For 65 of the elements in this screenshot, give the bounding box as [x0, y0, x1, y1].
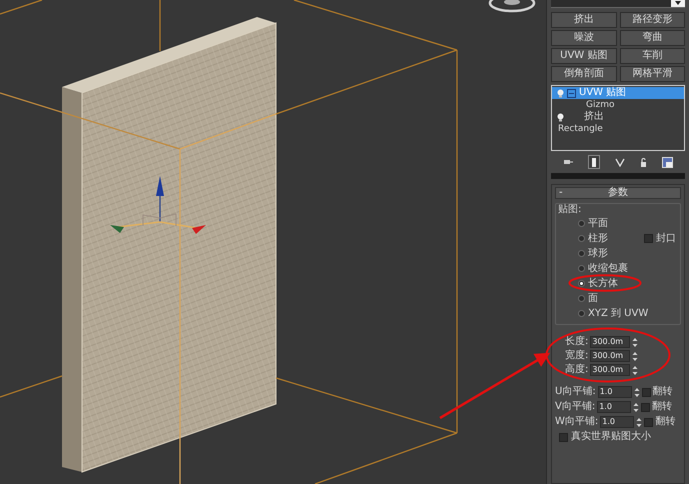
pin-icon[interactable] — [562, 158, 573, 166]
radio-button[interactable] — [578, 250, 585, 257]
checkbox[interactable] — [642, 388, 651, 396]
radio-button[interactable] — [578, 235, 585, 242]
modifier-button[interactable]: 弯曲 — [620, 30, 685, 46]
radio-label: 球形 — [588, 248, 608, 258]
field-label: 宽度: — [565, 351, 588, 361]
modifier-list-dropdown[interactable] — [551, 0, 685, 8]
group-label: 贴图: — [557, 204, 582, 216]
checkbox[interactable] — [644, 418, 654, 426]
rollout-header[interactable]: - 参数 — [555, 187, 681, 199]
radio-label: 长方体 — [588, 278, 618, 288]
input-field[interactable]: 1.0 — [600, 416, 634, 428]
modifier-button[interactable]: 噪波 — [551, 30, 616, 46]
modifier-button[interactable]: 倒角剖面 — [551, 66, 616, 82]
radio-label: 收缩包裹 — [588, 264, 628, 274]
stack-item[interactable]: 挤出 — [552, 111, 684, 123]
stack-item[interactable]: Gizmo — [552, 99, 684, 111]
input-field[interactable]: 300.0m — [590, 336, 630, 348]
show-end-result-button[interactable] — [588, 155, 600, 169]
checkbox-label: 翻转 — [655, 417, 676, 427]
modifier-button[interactable]: 路径变形 — [620, 12, 685, 28]
viewcube-icon[interactable] — [488, 0, 536, 12]
rollout-title: 参数 — [607, 188, 629, 198]
field-label: 长度: — [565, 337, 588, 347]
transform-gizmo-icon[interactable] — [110, 176, 206, 234]
radio-button[interactable] — [578, 280, 585, 287]
radio-label: 柱形 — [588, 234, 608, 244]
stack-item-label: UVW 贴图 — [579, 88, 626, 98]
collapse-sign[interactable]: - — [556, 188, 574, 198]
radio-label: 面 — [588, 294, 598, 304]
checkbox-label: 翻转 — [652, 387, 673, 397]
stack-item-label: Rectangle — [558, 124, 603, 134]
lightbulb-icon[interactable] — [557, 112, 564, 122]
field-label: V向平铺: — [555, 402, 596, 412]
checkbox-label: 封口 — [656, 234, 676, 244]
checkbox[interactable] — [641, 402, 650, 412]
checkbox[interactable] — [644, 234, 653, 243]
radio-label: XYZ 到 UVW — [588, 308, 648, 318]
collapse-toggle-icon[interactable] — [567, 88, 576, 98]
stack-item-label: 挤出 — [584, 112, 604, 122]
modifier-button[interactable]: UVW 贴图 — [551, 48, 616, 64]
padlock-icon[interactable] — [640, 158, 648, 166]
field-label: U向平铺: — [555, 387, 596, 397]
radio-button[interactable] — [578, 310, 585, 317]
radio-button[interactable] — [578, 295, 585, 302]
stack-item[interactable]: UVW 贴图 — [552, 87, 684, 99]
radio-button[interactable] — [578, 220, 585, 227]
checkbox-label: 真实世界贴图大小 — [571, 432, 651, 442]
stack-item-label: Gizmo — [586, 100, 614, 110]
input-field[interactable]: 300.0m — [590, 350, 630, 362]
bar-icon — [592, 158, 596, 166]
radio-label: 平面 — [588, 218, 608, 228]
stack-item[interactable]: Rectangle — [552, 123, 684, 135]
modifier-button[interactable]: 网格平滑 — [620, 66, 685, 82]
input-field[interactable]: 1.0 — [597, 401, 632, 413]
modifier-button[interactable]: 车削 — [620, 48, 685, 64]
input-field[interactable]: 1.0 — [598, 386, 632, 398]
radio-button[interactable] — [578, 265, 585, 272]
checkbox-label: 翻转 — [652, 402, 672, 412]
field-label: 高度: — [565, 365, 588, 375]
modifier-button[interactable]: 挤出 — [551, 12, 616, 28]
checkbox[interactable] — [559, 432, 568, 442]
input-field[interactable]: 300.0m — [590, 364, 630, 376]
field-label: W向平铺: — [555, 417, 598, 427]
